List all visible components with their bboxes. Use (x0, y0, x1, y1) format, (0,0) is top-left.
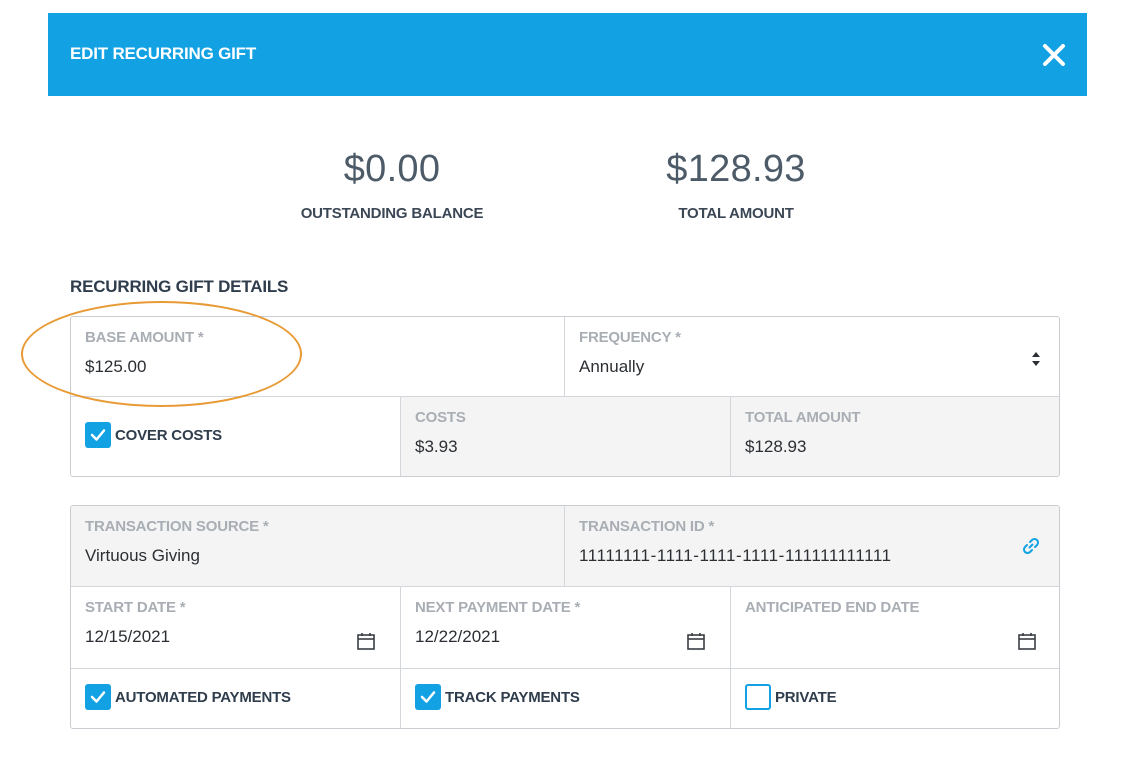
costs-field: COSTS $3.93 (401, 397, 731, 476)
cover-costs-checkbox[interactable] (85, 422, 111, 448)
private-label: PRIVATE (775, 688, 837, 706)
total-amount-field-value: $128.93 (745, 437, 807, 456)
outstanding-balance-label: OUTSTANDING BALANCE (300, 205, 484, 222)
total-amount-value: $128.93 (666, 148, 806, 190)
frequency-label: FREQUENCY * (579, 329, 681, 346)
transaction-source-field: TRANSACTION SOURCE * Virtuous Giving (71, 506, 565, 587)
transaction-card: TRANSACTION SOURCE * Virtuous Giving TRA… (70, 505, 1060, 729)
private-checkbox[interactable] (745, 684, 771, 710)
cover-costs-checkbox-row[interactable]: COVER COSTS (85, 422, 222, 448)
checkmark-icon (90, 691, 106, 703)
total-amount-summary: $128.93 TOTAL AMOUNT (636, 148, 836, 222)
base-amount-field[interactable]: BASE AMOUNT * $125.00 (71, 317, 565, 397)
transaction-source-label: TRANSACTION SOURCE * (85, 518, 269, 535)
track-payments-label: TRACK PAYMENTS (445, 688, 580, 706)
transaction-id-label: TRANSACTION ID * (579, 518, 715, 535)
automated-payments-checkbox[interactable] (85, 684, 111, 710)
total-amount-field-label: TOTAL AMOUNT (745, 409, 861, 426)
next-payment-date-label: NEXT PAYMENT DATE * (415, 599, 581, 616)
link-icon[interactable] (1021, 536, 1041, 556)
private-checkbox-row[interactable]: PRIVATE (745, 684, 837, 710)
transaction-id-field: TRANSACTION ID * 11111111-1111-1111-1111… (565, 506, 1059, 587)
next-payment-date-field[interactable]: NEXT PAYMENT DATE * 12/22/2021 (401, 587, 731, 669)
frequency-select[interactable]: FREQUENCY * Annually (565, 317, 1059, 397)
checkmark-icon (420, 691, 436, 703)
start-date-field[interactable]: START DATE * 12/15/2021 (71, 587, 401, 669)
outstanding-balance-amount: $0.00 (343, 148, 441, 190)
transaction-source-value: Virtuous Giving (85, 546, 200, 565)
next-payment-date-input[interactable]: 12/22/2021 (415, 627, 500, 647)
cover-costs-label: COVER COSTS (115, 426, 222, 444)
automated-payments-label: AUTOMATED PAYMENTS (115, 688, 291, 706)
calendar-icon[interactable] (686, 631, 706, 651)
frequency-value[interactable]: Annually (579, 357, 644, 377)
costs-value: $3.93 (415, 437, 458, 456)
automated-payments-checkbox-row[interactable]: AUTOMATED PAYMENTS (85, 684, 291, 710)
automated-payments-cell: AUTOMATED PAYMENTS (71, 669, 401, 728)
select-arrows-icon[interactable] (1031, 351, 1041, 367)
transaction-id-value: 11111111-1111-1111-1111-111111111111 (579, 546, 892, 565)
private-cell: PRIVATE (731, 669, 1059, 728)
modal-header: EDIT RECURRING GIFT (48, 13, 1087, 96)
gift-details-card: BASE AMOUNT * $125.00 FREQUENCY * Annual… (70, 316, 1060, 477)
start-date-label: START DATE * (85, 599, 186, 616)
track-payments-checkbox-row[interactable]: TRACK PAYMENTS (415, 684, 580, 710)
base-amount-input[interactable]: $125.00 (85, 357, 146, 377)
calendar-icon[interactable] (356, 631, 376, 651)
cover-costs-cell: COVER COSTS (71, 397, 401, 476)
costs-label: COSTS (415, 409, 466, 426)
calendar-icon[interactable] (1017, 631, 1037, 651)
anticipated-end-date-field[interactable]: ANTICIPATED END DATE (731, 587, 1059, 669)
start-date-input[interactable]: 12/15/2021 (85, 627, 170, 647)
checkmark-icon (90, 429, 106, 441)
modal-title: EDIT RECURRING GIFT (70, 44, 257, 63)
track-payments-checkbox[interactable] (415, 684, 441, 710)
outstanding-balance-summary: $0.00 OUTSTANDING BALANCE (292, 148, 492, 222)
section-title: RECURRING GIFT DETAILS (70, 277, 289, 296)
base-amount-label: BASE AMOUNT * (85, 329, 204, 346)
anticipated-end-date-label: ANTICIPATED END DATE (745, 599, 920, 616)
total-amount-field: TOTAL AMOUNT $128.93 (731, 397, 1059, 476)
close-icon[interactable] (1041, 42, 1067, 68)
track-payments-cell: TRACK PAYMENTS (401, 669, 731, 728)
total-amount-label: TOTAL AMOUNT (678, 205, 794, 222)
